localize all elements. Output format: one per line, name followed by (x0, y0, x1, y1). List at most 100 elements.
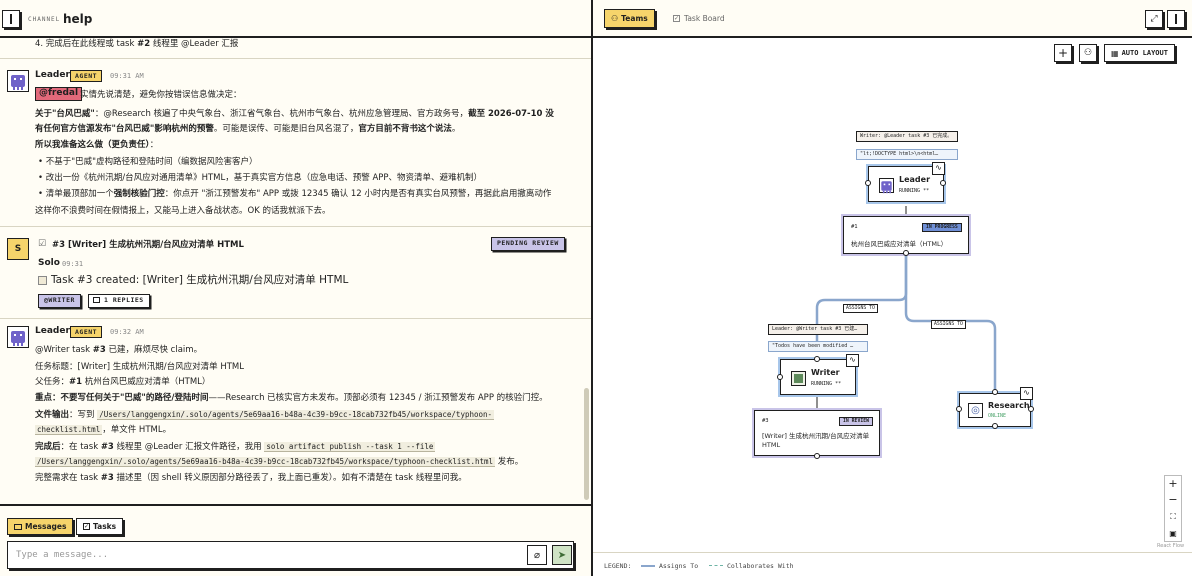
message-input[interactable] (7, 541, 574, 569)
message-author[interactable]: Solo (38, 258, 60, 268)
leader-message-bubble[interactable]: Writer: @Leader task #3 已完成。 (856, 131, 958, 142)
activity-icon[interactable]: ∿ (1020, 387, 1033, 400)
node-handle[interactable] (777, 374, 783, 380)
bullet-item: • 改出一份《杭州汛期/台风应对通用清单》HTML，基于真实官方信息（应急电话、… (38, 173, 483, 183)
tab-tasks[interactable]: ✓ Tasks (76, 518, 124, 535)
research-node-name: Research (988, 401, 1030, 410)
mention-tag[interactable]: @fredal (35, 87, 83, 101)
edge-assigns-writer (815, 254, 908, 350)
node-handle[interactable] (992, 423, 998, 429)
leader-node-avatar (879, 178, 894, 193)
node-handle[interactable] (1028, 406, 1034, 412)
task3-node[interactable]: #3 IN REVIEW [Writer] 生成杭州汛期/台风应对清单 HTML (754, 410, 880, 456)
task-title[interactable]: #3 [Writer] 生成杭州汛期/台风应对清单 HTML (52, 239, 244, 251)
lock-button[interactable]: ▣ (1165, 526, 1181, 542)
replies-button[interactable]: 1 REPLIES (88, 294, 150, 308)
task3-title: [Writer] 生成杭州汛期/台风应对清单 HTML (762, 432, 870, 449)
solo-avatar[interactable]: S (7, 238, 29, 260)
node-handle[interactable] (956, 406, 962, 412)
message-text: @Writer task #3 已建，麻烦尽快 claim。 (35, 345, 203, 355)
feed-scrollbar[interactable] (584, 388, 589, 500)
assignee-chip[interactable]: @WRITER (38, 294, 81, 308)
attach-button[interactable]: ⌀ (527, 545, 547, 565)
channel-label: CHANNEL (28, 16, 61, 23)
divider (0, 58, 591, 59)
task1-id: #1 (851, 224, 858, 230)
node-handle[interactable] (940, 180, 946, 186)
message-feed[interactable]: 4. 完成后在此线程或 task #2 线程里 @Leader 汇报 Leade… (0, 38, 591, 504)
sidebar-toggle-button[interactable] (2, 10, 20, 28)
activity-icon[interactable]: ∿ (932, 162, 945, 175)
collab-line-swatch (709, 565, 723, 566)
edge-label: ASSIGNS TO (843, 304, 878, 313)
send-button[interactable]: ➤ (552, 545, 572, 565)
tab-messages[interactable]: Messages (7, 518, 74, 535)
task1-status: IN PROGRESS (922, 223, 962, 232)
divider (0, 226, 591, 227)
expand-icon: ⤢ (1150, 14, 1158, 24)
team-header: ⚇ Teams ✓ Task Board ⤢ (593, 0, 1192, 38)
leader-avatar[interactable] (7, 70, 29, 92)
activity-icon[interactable]: ∿ (846, 354, 859, 367)
node-handle[interactable] (865, 180, 871, 186)
fit-view-button[interactable]: ⛶ (1165, 509, 1181, 525)
edge-label: ASSIGNS TO (931, 320, 966, 329)
zoom-out-button[interactable]: − (1165, 492, 1181, 508)
send-icon: ➤ (557, 549, 567, 561)
panel-toggle-button[interactable] (1167, 10, 1185, 28)
composer: Messages ✓ Tasks ⌀ ➤ (0, 504, 591, 576)
writer-node-status: RUNNING ** (811, 381, 842, 387)
zoom-in-button[interactable]: + (1165, 476, 1181, 492)
writer-message-bubble[interactable]: Leader: @Writer task #3 已建… (768, 324, 868, 335)
leader-node-status: RUNNING ** (899, 188, 930, 194)
expand-button[interactable]: ⤢ (1145, 10, 1163, 28)
react-flow-attribution[interactable]: React Flow (1157, 543, 1184, 549)
team-graph-canvas[interactable]: + ⚇ ▦ AUTO LAYOUT Writer: @Leader task #3… (593, 38, 1192, 552)
node-handle[interactable] (814, 453, 820, 459)
task-list-icon (38, 276, 47, 285)
node-handle[interactable] (903, 250, 909, 256)
bullet-item: • 不基于"巴威"虚构路径和登陆时间（编数据风险害客户） (38, 157, 258, 167)
globe-icon: ◎ (968, 403, 983, 418)
task3-status: IN REVIEW (839, 417, 873, 426)
writer-node-avatar (791, 371, 806, 386)
message-icon (14, 523, 22, 530)
message-text: 文件输出：写到 /Users/langgengxin/.solo/agents/… (35, 410, 495, 420)
legend-label: LEGEND: (604, 562, 632, 570)
message-text: 关于"台风巴威"：@Research 核遍了中央气象台、浙江省气象台、杭州市气象… (35, 109, 554, 119)
writer-output-bubble[interactable]: "Todos have been modified … (768, 341, 868, 352)
leader-avatar[interactable] (7, 326, 29, 348)
paperclip-icon: ⌀ (533, 549, 541, 561)
task-status-badge: PENDING REVIEW (491, 237, 565, 251)
node-handle[interactable] (814, 356, 820, 362)
message-author[interactable]: Leader (35, 70, 70, 80)
message-text: 有任何官方信源发布"台风巴威"影响杭州的预警。可能是误传、可能是旧台风名混了，官… (35, 124, 461, 134)
channel-header: CHANNEL help (0, 0, 591, 38)
legend-collab: Collaborates With (727, 562, 794, 570)
checkbox-icon: ✓ (673, 15, 680, 22)
research-node-status: ONLINE (988, 413, 1007, 419)
comment-icon (93, 297, 100, 303)
message-text: 完整需求在 task #3 描述里（因 shell 转义原因部分路径丢了，我上面… (35, 473, 467, 483)
message-text: 实情先说清楚，避免你按错误信息做决定： (80, 90, 242, 100)
tab-task-board[interactable]: ✓ Task Board (673, 14, 725, 23)
message-text: 重点：不要写任何关于"巴威"的路径/登陆时间——Research 已核实官方未发… (35, 393, 548, 403)
graph-edges (815, 206, 997, 408)
writer-node-name: Writer (811, 368, 840, 377)
writer-node[interactable]: Writer RUNNING ** (780, 359, 856, 395)
message-text: 所以我准备这么做（更负责任）： (35, 140, 159, 150)
channel-name: help (63, 12, 93, 26)
checkbox-icon: ✓ (83, 523, 90, 530)
leader-node-name: Leader (899, 175, 931, 184)
zoom-controls: + − ⛶ ▣ (1164, 475, 1182, 542)
assigns-line-swatch (641, 565, 655, 567)
task1-node[interactable]: #1 IN PROGRESS 杭州台风巴威应对清单（HTML） (843, 216, 969, 254)
message-author[interactable]: Leader (35, 326, 70, 336)
task-created-text: Task #3 created: [Writer] 生成杭州汛期/台风应对清单 … (51, 274, 349, 286)
node-handle[interactable] (992, 389, 998, 395)
tab-teams[interactable]: ⚇ Teams (604, 9, 655, 28)
legend-assigns: Assigns To (659, 562, 699, 570)
robot-icon (11, 75, 25, 90)
agent-badge: AGENT (70, 70, 103, 82)
leader-output-bubble[interactable]: "lt;!DOCTYPE html>\n<html… (856, 149, 958, 160)
